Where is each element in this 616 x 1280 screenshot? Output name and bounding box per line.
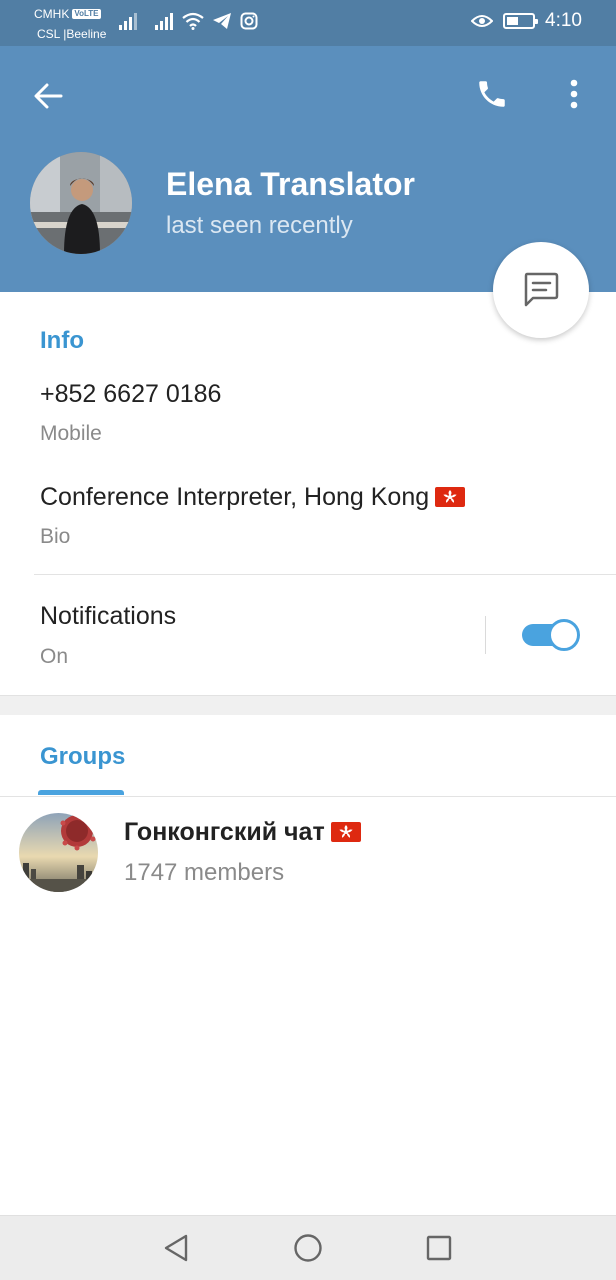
group-name-row: Гонконгский чат — [124, 818, 361, 847]
carrier-1: CMHK — [34, 7, 70, 21]
nav-recents-button[interactable] — [421, 1230, 457, 1266]
info-section-title: Info — [40, 327, 84, 354]
bio-label: Bio — [40, 525, 71, 548]
nav-home-button[interactable] — [290, 1230, 326, 1266]
wifi-icon — [182, 12, 204, 30]
message-button[interactable] — [493, 242, 589, 338]
instagram-icon — [240, 12, 258, 30]
group-list-item[interactable]: Гонконгский чат 1747 members — [0, 808, 616, 898]
more-options-button[interactable] — [556, 74, 592, 114]
battery-icon — [503, 13, 539, 29]
phone-number[interactable]: +852 6627 0186 — [40, 380, 221, 409]
info-divider — [34, 574, 616, 575]
phone-label: Mobile — [40, 422, 102, 445]
group-name: Гонконгский чат — [124, 818, 325, 846]
system-nav-bar — [0, 1215, 616, 1280]
profile-last-seen: last seen recently — [166, 212, 353, 239]
group-members: 1747 members — [124, 859, 285, 886]
hong-kong-flag-icon — [435, 487, 466, 507]
signal-icon — [119, 13, 137, 30]
notifications-value: On — [40, 645, 69, 668]
nav-back-button[interactable] — [158, 1230, 194, 1266]
notifications-title[interactable]: Notifications — [40, 602, 176, 631]
call-button[interactable] — [470, 72, 514, 116]
notifications-separator — [485, 616, 486, 654]
status-icons-right: 4:10 — [471, 10, 582, 32]
circle-home-icon — [294, 1234, 322, 1262]
profile-avatar[interactable] — [30, 152, 132, 254]
groups-tab[interactable]: Groups — [40, 743, 125, 771]
carrier-info: CMHK VoLTE CSL |Beeline — [34, 7, 106, 41]
profile-name: Elena Translator — [166, 166, 415, 202]
telegram-icon — [213, 13, 231, 29]
bio-row[interactable]: Conference Interpreter, Hong Kong — [40, 483, 466, 512]
status-icons-left — [118, 12, 258, 30]
phone-icon — [479, 81, 505, 107]
carrier-2: CSL |Beeline — [37, 27, 107, 41]
bio-text: Conference Interpreter, Hong Kong — [40, 483, 430, 511]
hong-kong-flag-icon — [330, 822, 361, 842]
section-separator — [0, 695, 616, 715]
more-vertical-icon — [570, 79, 578, 109]
back-button[interactable] — [28, 76, 68, 116]
triangle-back-icon — [164, 1234, 188, 1262]
notifications-toggle[interactable] — [522, 618, 580, 652]
volte-badge: VoLTE — [72, 9, 101, 19]
groups-divider — [0, 796, 616, 797]
eye-icon — [471, 15, 494, 27]
signal-2-icon — [155, 13, 173, 30]
groups-tab-indicator — [38, 790, 124, 795]
arrow-left-icon — [34, 83, 63, 109]
group-avatar — [19, 813, 98, 892]
square-recents-icon — [426, 1235, 452, 1261]
toggle-knob — [548, 619, 580, 651]
status-bar: CMHK VoLTE CSL |Beeline 4:10 — [0, 0, 616, 46]
clock: 4:10 — [545, 10, 582, 31]
message-icon — [524, 272, 559, 307]
